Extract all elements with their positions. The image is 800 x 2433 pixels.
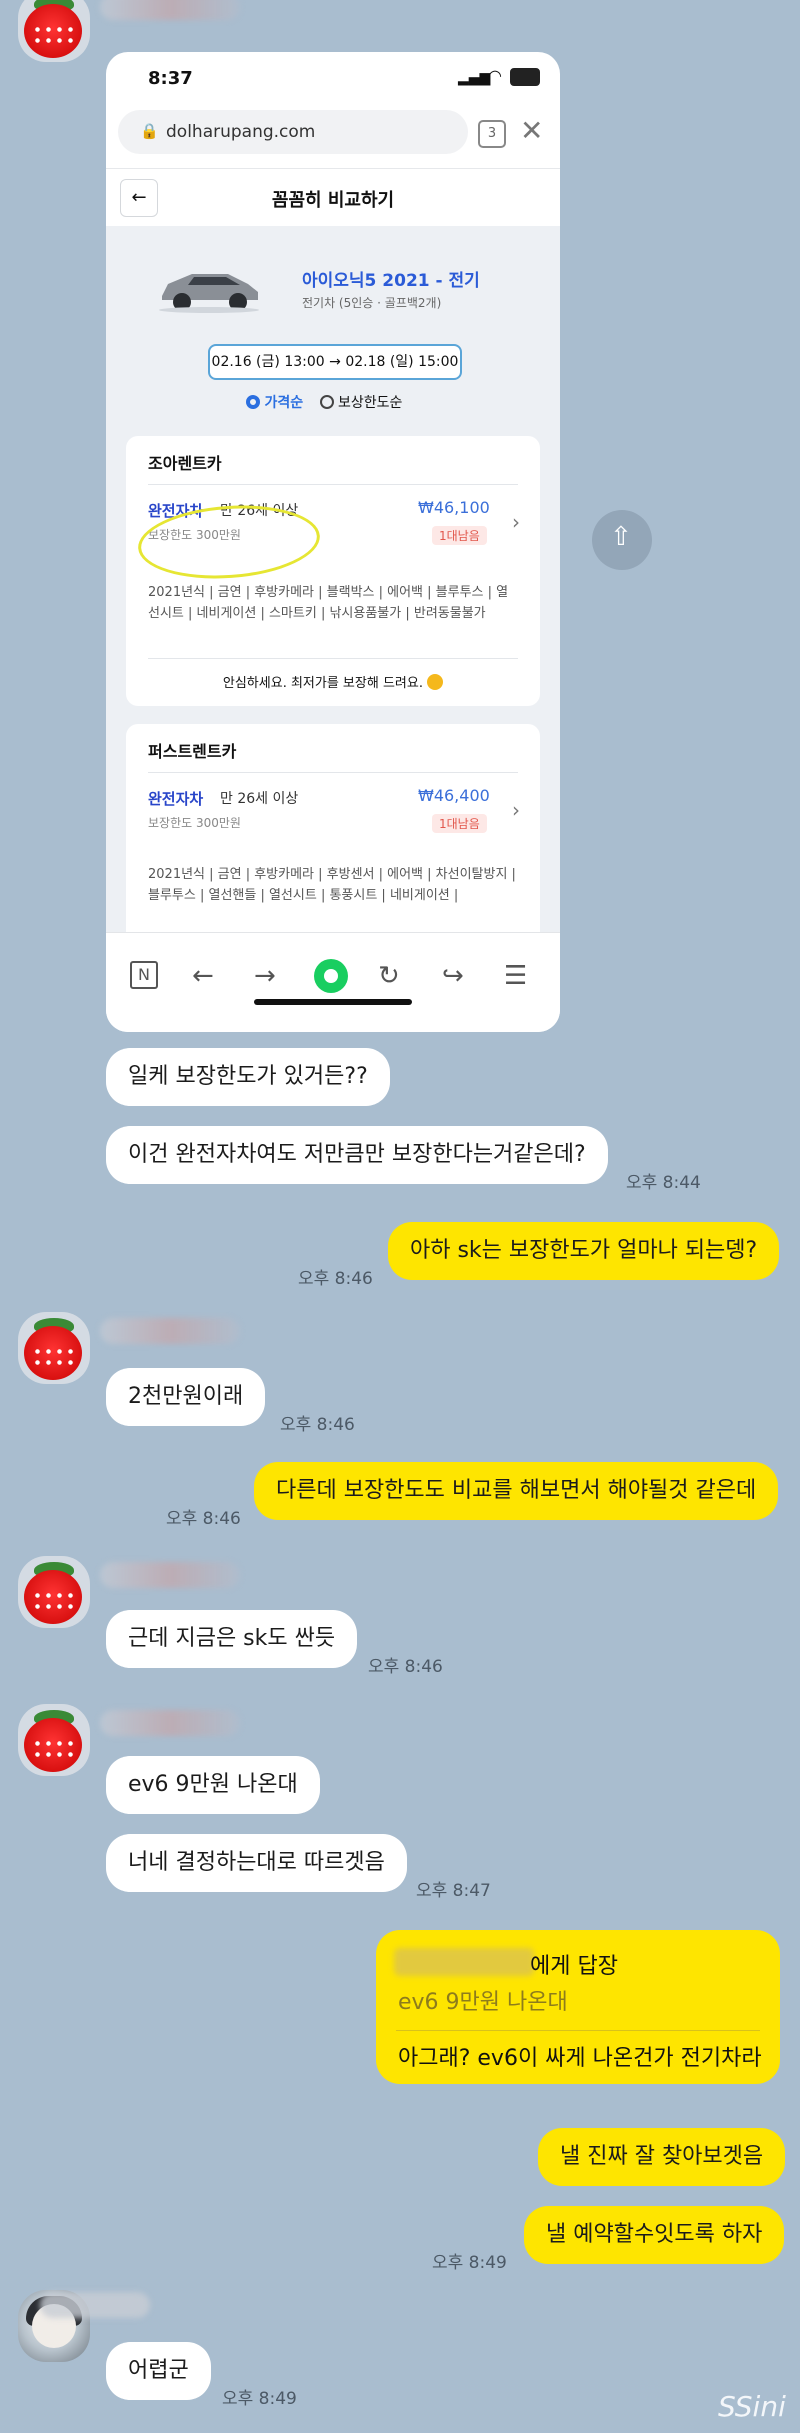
sender-avatar[interactable] [18,0,90,62]
page-header: ← 꼼꼼히 비교하기 [106,168,560,228]
message-time: 오후 8:49 [222,2389,297,2409]
date-arrow: → [329,354,341,370]
reply-text: 아그래? ev6이 싸게 나온건가 전기차라 [398,2046,762,2071]
age-requirement: 만 26세 이상 [220,791,299,807]
message-time: 오후 8:46 [280,1415,355,1435]
price-guarantee-notice: 안심하세요. 최저가를 보장해 드려요. [126,672,540,691]
naver-icon[interactable]: N [130,961,158,989]
address-bar[interactable]: 🔒 dolharupang.com [118,110,468,154]
forward-icon[interactable]: → [254,961,276,991]
message-bubble[interactable]: ev6 9만원 나온대 [106,1756,320,1814]
status-time: 8:37 [148,68,193,89]
company-name: 조아렌트카 [148,454,222,473]
divider [148,484,518,485]
url-text: dolharupang.com [166,122,316,142]
browser-toolbar: N ← → ↻ ↪ ☰ [106,932,560,1032]
message-bubble[interactable]: 아하 sk는 보장한도가 얼마나 되는뎅? [388,1222,780,1280]
availability-badge: 1대남음 [432,814,487,833]
close-icon[interactable]: ✕ [520,114,543,147]
wifi-icon: ◠ [488,66,502,85]
message-time: 오후 8:46 [298,1269,373,1289]
rental-card[interactable]: 조아렌트카 완전자차 만 26세 이상 ₩46,100 1대남음 › 보장한도 … [126,436,540,706]
car-image [154,262,264,314]
date-from: 02.16 (금) 13:00 [211,354,325,370]
message-bubble[interactable]: 일케 보장한도가 있거든?? [106,1048,390,1106]
sender-name-blurred [100,1562,240,1588]
home-green-icon[interactable] [314,959,348,993]
sender-avatar[interactable] [18,1556,90,1628]
car-specs: 전기차 (5인승 · 골프백2개) [302,296,442,310]
status-bar: 8:37 ▂▄▆ ◠ [106,52,560,102]
coverage-limit: 보장한도 300만원 [148,816,241,830]
date-range[interactable]: 02.16 (금) 13:00 → 02.18 (일) 15:00 [208,344,462,380]
share-button[interactable]: ⇧ [592,510,652,570]
reply-divider [396,2030,760,2031]
price: ₩46,400 [418,786,490,805]
price: ₩46,100 [418,498,490,517]
tab-count: 3 [487,126,497,141]
sender-name-blurred [40,2292,150,2318]
message-bubble[interactable]: 다른데 보장한도도 비교를 해보면서 해야될것 같은데 [254,1462,779,1520]
sender-name-blurred [100,1318,240,1344]
home-indicator [254,999,412,1005]
availability-badge: 1대남음 [432,526,487,545]
emoji-icon [427,674,444,690]
chevron-right-icon: › [512,510,520,534]
message-bubble[interactable]: 낼 진짜 잘 찾아보겟음 [538,2128,786,2186]
sender-name-blurred [100,0,240,20]
menu-icon[interactable]: ☰ [504,961,527,991]
share-icon[interactable]: ↪ [442,961,464,991]
divider [148,772,518,773]
lock-icon: 🔒 [140,122,159,140]
sort-price-radio[interactable] [246,395,260,409]
reply-header: 에게 답장 [530,1954,618,1979]
divider [148,658,518,659]
sort-price-label: 가격순 [264,395,304,411]
date-to: 02.18 (일) 15:00 [345,354,459,370]
reply-message-bubble[interactable]: 에게 답장 ev6 9만원 나온대 아그래? ev6이 싸게 나온건가 전기차라 [376,1930,780,2084]
message-time: 오후 8:44 [626,1173,701,1193]
signal-icon: ▂▄▆ [458,70,491,86]
car-name: 아이오닉5 2021 - 전기 [302,271,480,291]
message-time: 오후 8:46 [166,1509,241,1529]
message-bubble[interactable]: 근데 지금은 sk도 싼듯 [106,1610,358,1668]
shared-screenshot-image[interactable]: 8:37 ▂▄▆ ◠ 🔒 dolharupang.com 3 ✕ ← 꼼꼼히 비… [106,52,560,1032]
car-options: 2021년식 | 금연 | 후방카메라 | 후방센서 | 에어백 | 차선이탈방… [148,867,516,903]
message-bubble[interactable]: 낼 예약할수잇도록 하자 [524,2206,785,2264]
sender-avatar[interactable] [18,1312,90,1384]
sort-options: 가격순 보상한도순 [246,392,402,412]
battery-icon [510,68,540,86]
message-bubble[interactable]: 이건 완전자차여도 저만큼만 보장한다는거같은데? [106,1126,608,1184]
message-time: 오후 8:47 [416,1881,491,1901]
comparison-content: 아이오닉5 2021 - 전기 전기차 (5인승 · 골프백2개) 02.16 … [106,226,560,986]
sender-name-blurred [100,1710,240,1736]
message-time: 오후 8:46 [368,1657,443,1677]
insurance-type: 완전자차 [148,790,204,808]
tab-count-button[interactable]: 3 [478,120,506,148]
reply-quote: ev6 9만원 나온대 [398,1990,568,2015]
message-bubble[interactable]: 2천만원이래 [106,1368,266,1426]
message-bubble[interactable]: 어렵군 [106,2342,211,2400]
chevron-right-icon: › [512,798,520,822]
watermark: SSini [718,2390,786,2423]
reply-name-blurred [394,1948,534,1976]
back-icon[interactable]: ← [192,961,214,991]
refresh-icon[interactable]: ↻ [378,961,400,991]
page-title: 꼼꼼히 비교하기 [271,190,395,211]
sort-coverage-label: 보상한도순 [338,395,403,411]
upload-icon: ⇧ [610,522,632,552]
message-bubble[interactable]: 너네 결정하는대로 따르겟음 [106,1834,407,1892]
company-name: 퍼스트렌트카 [148,742,237,761]
sort-coverage-radio[interactable] [319,395,334,409]
sender-avatar[interactable] [18,1704,90,1776]
car-options: 2021년식 | 금연 | 후방카메라 | 블랙박스 | 에어백 | 블루투스 … [148,585,509,621]
message-time: 오후 8:49 [432,2253,507,2273]
